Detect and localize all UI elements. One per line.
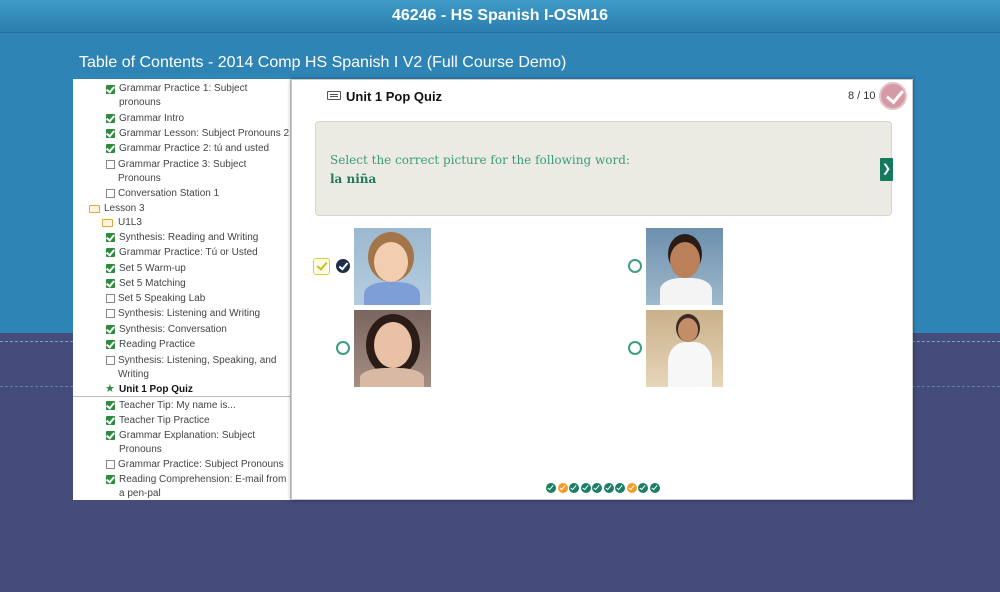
- checkbox-empty-icon: [106, 309, 115, 318]
- keyboard-icon: [327, 91, 341, 100]
- answer-marker-icon: [313, 258, 330, 275]
- sidebar-item-label: Synthesis: Listening and Writing: [118, 308, 261, 319]
- checkbox-done-icon: [106, 144, 115, 153]
- option-image-woman[interactable]: [354, 310, 431, 387]
- checkbox-empty-icon: [106, 189, 115, 198]
- next-button[interactable]: ❯: [880, 158, 893, 181]
- quiz-title: Unit 1 Pop Quiz: [346, 89, 443, 104]
- checkbox-done-icon: [106, 431, 115, 440]
- progress-dot-7[interactable]: [615, 483, 625, 493]
- checkbox-done-icon: [106, 248, 115, 257]
- sidebar-item-label: Conversation Station 1: [118, 188, 220, 199]
- sidebar-item-label: Grammar Practice: Subject Pronouns: [118, 459, 284, 470]
- checkbox-done-icon: [106, 340, 115, 349]
- checkbox-empty-icon: [106, 160, 115, 169]
- checkbox-done-icon: [106, 416, 115, 425]
- sidebar-item-label: Reading Practice: [119, 339, 196, 350]
- question-prompt: Select the correct picture for the follo…: [330, 153, 630, 167]
- sidebar-item-label: Grammar Practice 2: tú and usted: [119, 143, 270, 154]
- progress-dot-9[interactable]: [638, 483, 648, 493]
- option-radio-woman[interactable]: [336, 341, 350, 355]
- sidebar-item-label: Grammar Practice: Tú or Usted: [119, 247, 258, 258]
- sidebar-item-label-line2: a pen-pal: [119, 488, 161, 499]
- checkbox-empty-icon: [106, 356, 115, 365]
- progress-dot-2[interactable]: [558, 483, 568, 493]
- sidebar-item-label: Unit 1 Pop Quiz: [119, 384, 193, 395]
- check-answer-icon[interactable]: [879, 82, 907, 110]
- folder-icon: [102, 219, 113, 227]
- sidebar-item-label: Synthesis: Reading and Writing: [119, 232, 259, 243]
- option-radio-man[interactable]: [628, 341, 642, 355]
- sidebar-item-label: Set 5 Speaking Lab: [118, 293, 206, 304]
- option-image-man[interactable]: [646, 310, 723, 387]
- sidebar-item-label-line2: Pronouns: [118, 173, 161, 184]
- sidebar-item-label: Set 5 Matching: [119, 278, 186, 289]
- quiz-panel: Unit 1 Pop Quiz 8 / 10 Select the correc…: [291, 79, 913, 500]
- checkbox-done-icon: [106, 233, 115, 242]
- question-box: Select the correct picture for the follo…: [315, 121, 893, 216]
- sidebar-item-label: Set 5 Warm-up: [119, 263, 186, 274]
- option-radio-boy[interactable]: [628, 259, 642, 273]
- sidebar-item-label-line2: Pronouns: [119, 444, 162, 455]
- progress-dot-6[interactable]: [604, 483, 614, 493]
- checkbox-done-icon: [106, 85, 115, 94]
- star-icon: ★: [105, 383, 115, 395]
- sidebar-item-label: Grammar Lesson: Subject Pronouns 2: [119, 128, 290, 139]
- checkbox-empty-icon: [106, 460, 115, 469]
- sidebar-item-label: Grammar Practice 1: Subject: [119, 83, 248, 94]
- option-radio-girl[interactable]: [336, 259, 350, 273]
- progress-dot-10[interactable]: [650, 483, 660, 493]
- sidebar-item-label-line2: Writing: [118, 369, 149, 380]
- checkbox-done-icon: [106, 475, 115, 484]
- checkbox-done-icon: [106, 401, 115, 410]
- sidebar-item-label-line2: pronouns: [119, 97, 161, 108]
- sidebar-item-label: Grammar Practice 3: Subject: [118, 159, 247, 170]
- progress-dot-5[interactable]: [592, 483, 602, 493]
- question-word: la niña: [330, 172, 377, 186]
- checkbox-done-icon: [106, 129, 115, 138]
- checkbox-empty-icon: [106, 294, 115, 303]
- checkbox-done-icon: [106, 264, 115, 273]
- sidebar-folder-label: U1L3: [118, 217, 142, 228]
- sidebar-item-label: Grammar Explanation: Subject: [119, 430, 256, 441]
- sidebar-item-label: Reading Comprehension: E-mail from: [119, 474, 287, 485]
- question-counter: 8 / 10: [848, 90, 876, 102]
- option-image-boy[interactable]: [646, 228, 723, 305]
- sidebar-item-label: Teacher Tip Practice: [119, 415, 210, 426]
- checkbox-done-icon: [106, 114, 115, 123]
- sidebar-item-label: Synthesis: Conversation: [119, 324, 227, 335]
- progress-dot-1[interactable]: [546, 483, 556, 493]
- sidebar-item-label: Grammar Intro: [119, 113, 185, 124]
- option-image-girl[interactable]: [354, 228, 431, 305]
- folder-icon: [89, 205, 100, 213]
- checkbox-done-icon: [106, 325, 115, 334]
- divider: [73, 396, 290, 397]
- progress-dot-8[interactable]: [627, 483, 637, 493]
- toc-heading: Table of Contents - 2014 Comp HS Spanish…: [79, 54, 567, 71]
- sidebar-folder-label: Lesson 3: [104, 203, 145, 214]
- progress-dot-3[interactable]: [569, 483, 579, 493]
- window-title: 46246 - HS Spanish I-OSM16: [0, 0, 1000, 33]
- progress-dot-4[interactable]: [581, 483, 591, 493]
- checkbox-done-icon: [106, 279, 115, 288]
- sidebar-item-label: Teacher Tip: My name is...: [119, 400, 236, 411]
- toc-sidebar[interactable]: Grammar Practice 1: Subject pronouns Gra…: [73, 79, 291, 500]
- sidebar-item-label: Synthesis: Listening, Speaking, and: [118, 355, 277, 366]
